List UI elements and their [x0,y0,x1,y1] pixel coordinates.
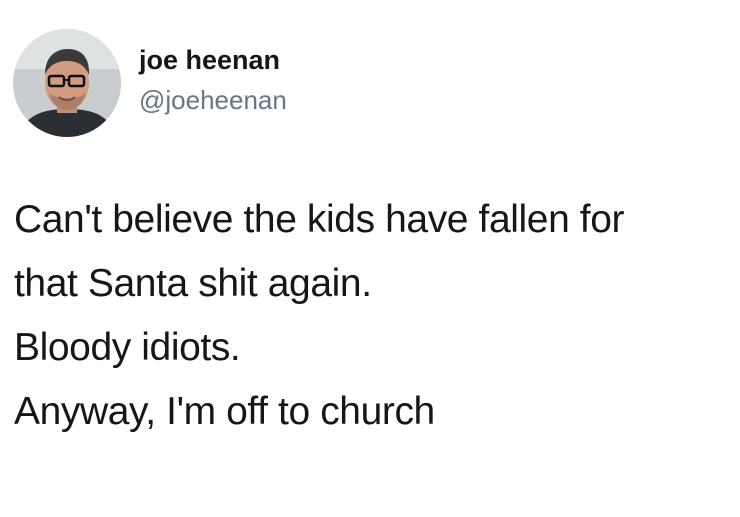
display-name[interactable]: joe heenan [139,44,287,76]
tweet-card: joe heenan @joeheenan Can't believe the … [0,0,740,517]
tweet-text-line: Bloody idiots. [14,326,241,369]
user-handle[interactable]: @joeheenan [139,84,287,116]
tweet-text-line: Can't believe the kids have fallen for [14,198,625,241]
tweet-text-line: that Santa shit again. [14,262,372,305]
tweet-author: joe heenan @joeheenan [139,44,287,116]
avatar[interactable] [13,29,121,137]
tweet-text: Can't believe the kids have fallen for t… [14,188,729,444]
tweet-text-line: Anyway, I'm off to church [14,390,435,433]
profile-photo-icon [13,29,121,137]
